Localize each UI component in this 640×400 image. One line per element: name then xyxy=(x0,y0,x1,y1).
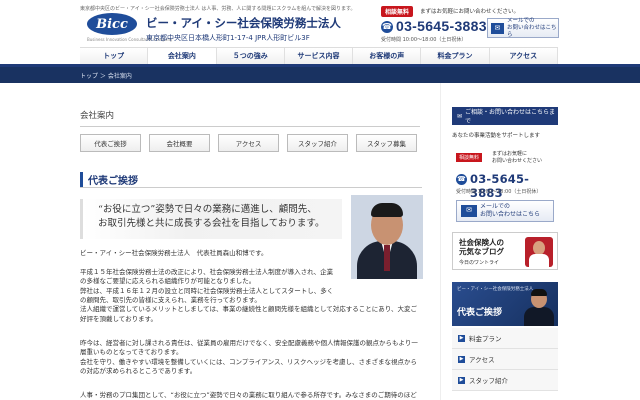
para1-line: 平成１５年社会保険労務士法の改正により、社会保険労務士法人制度が導入され、企業 xyxy=(80,268,334,276)
para2-line: の対応が求められるところであります。 xyxy=(80,366,197,375)
breadcrumb[interactable]: トップ ＞ 会社案内 xyxy=(80,71,132,80)
banner-company: ビー・アイ・シー社会保険労務士法人 xyxy=(457,287,534,292)
greeting-quote: “お役に立つ”姿勢で日々の業務に邁進し、顧問先、 お取引先様と共に成長する会社を… xyxy=(80,199,342,239)
quote-line-1: “お役に立つ”姿勢で日々の業務に邁進し、顧問先、 xyxy=(98,204,317,215)
nav-item-top[interactable]: トップ xyxy=(80,48,149,64)
tab-greeting[interactable]: 代表ご挨拶 xyxy=(80,134,141,152)
para1-line: 法人組織で運営しているメリットとしましては、事業の継続性と顧問先様を組織として対… xyxy=(80,305,418,314)
title-divider xyxy=(80,126,420,127)
header-tagline: 東京都中央区のビー・アイ・シー社会保険労務士法人 は人事、労務、人に関する問題に… xyxy=(80,6,356,12)
blog-subtitle: 今日のワントライ xyxy=(459,260,500,266)
logo-subtext: Business Innovation Consultants Company xyxy=(87,37,173,42)
para2-line: 昨今は、経営者に対し課される責任は、従業員の雇用だけでなく、安全配慮義務や個人情… xyxy=(80,339,418,347)
sidebar-item-pricing[interactable]: ▶ 料金プラン xyxy=(452,328,558,349)
sidebar: ✉ ご相談・お問い合わせはこちらまで あなたの事業活動をサポートします 相談無料… xyxy=(452,107,558,391)
para1-line: 好評を頂戴しております。 xyxy=(80,314,157,323)
arrow-right-icon: ▶ xyxy=(458,355,465,363)
nav-item-company[interactable]: 会社案内 xyxy=(148,48,217,64)
nav-item-services[interactable]: サービス内容 xyxy=(285,48,354,64)
greeting-banner[interactable]: ビー・アイ・シー社会保険労務士法人 代表ご挨拶 xyxy=(452,282,558,326)
nav-item-pricing[interactable]: 料金プラン xyxy=(421,48,490,64)
sidebar-item-label: アクセス xyxy=(469,356,495,364)
blog-banner[interactable]: 社会保険人の 元気なブログ 今日のワントライ xyxy=(452,232,558,270)
sidebar-mail-button[interactable]: ✉ メールでの お問い合わせはこちら xyxy=(456,200,554,222)
tab-overview[interactable]: 会社概要 xyxy=(149,134,210,152)
phone-icon: ☎ xyxy=(381,21,393,33)
page-title: 会社案内 xyxy=(80,111,115,121)
sidebar-menu: ▶ 料金プラン ▶ アクセス ▶ スタッフ紹介 xyxy=(452,328,558,391)
sub-tabs: 代表ご挨拶 会社概要 アクセス スタッフ紹介 スタッフ募集 xyxy=(80,134,422,152)
banner-title: 代表ご挨拶 xyxy=(457,308,503,318)
arrow-right-icon: ▶ xyxy=(458,376,465,384)
sidebar-mail-1: メールでの xyxy=(480,203,511,210)
mail-icon: ✉ xyxy=(491,22,504,34)
sidebar-free-badge: 相談無料 xyxy=(456,153,483,162)
header-mail-button[interactable]: ✉ メールでの お問い合わせはこちら xyxy=(487,18,559,38)
nav-item-strengths[interactable]: ５つの強み xyxy=(217,48,285,64)
para1-line: の顧問先、取引先の皆様に支えられ、業務を行っております。 xyxy=(80,295,261,304)
para1-line: の多様なご要望に応えられる組織作りが可能となりました。 xyxy=(80,277,256,286)
greeting-divider xyxy=(80,187,422,188)
sidebar-item-label: 料金プラン xyxy=(469,335,502,343)
representative-photo xyxy=(351,195,423,279)
sidebar-hours: 受付時間 10:00～18:00（土日祝休） xyxy=(456,189,542,195)
banner-photo xyxy=(524,288,554,326)
mail-label-1: メールでの xyxy=(506,17,535,24)
sidebar-small-2: お問い合わせください xyxy=(492,157,543,164)
page: 東京都中央区のビー・アイ・シー社会保険労務士法人 は人事、労務、人に関する問題に… xyxy=(0,0,640,400)
quote-line-2: お取引先様と共に成長する会社を目指しております。 xyxy=(98,218,325,229)
free-consult-badge: 相談無料 xyxy=(381,6,414,17)
tab-recruit[interactable]: スタッフ募集 xyxy=(356,134,417,152)
sidebar-item-staff[interactable]: ▶ スタッフ紹介 xyxy=(452,370,558,391)
global-nav: トップ 会社案内 ５つの強み サービス内容 お客様の声 料金プラン アクセス xyxy=(80,47,558,64)
company-name: ビー・アイ・シー社会保険労務士法人 xyxy=(146,16,341,30)
sidebar-item-access[interactable]: ▶ アクセス xyxy=(452,349,558,370)
sidebar-phone[interactable]: 03-5645-3883 xyxy=(470,172,558,200)
column-divider xyxy=(440,83,441,400)
blog-photo xyxy=(525,237,553,267)
nav-item-access[interactable]: アクセス xyxy=(490,48,558,64)
tab-access[interactable]: アクセス xyxy=(218,134,279,152)
sidebar-contact-title: ご相談・お問い合わせはこちらまで xyxy=(465,109,556,125)
logo-mark: Bicc xyxy=(87,13,137,35)
nav-item-voices[interactable]: お客様の声 xyxy=(353,48,422,64)
para1-line: 弊社は、平成１６年１２月の設立と同時に社会保険労務士法人としてスタートし、多く xyxy=(80,286,334,295)
sidebar-contact-head: ✉ ご相談・お問い合わせはこちらまで xyxy=(452,107,558,125)
para2-line: 会社を守り、働きやすい環境を整備していくには、コンプライアンス、リスクヘッジを考… xyxy=(80,357,417,366)
tab-staff[interactable]: スタッフ紹介 xyxy=(287,134,348,152)
header-phone[interactable]: 03-5645-3883 xyxy=(396,18,487,34)
phone-icon: ☎ xyxy=(456,174,467,185)
site-logo[interactable]: Bicc Business Innovation Consultants Com… xyxy=(87,13,173,47)
para3-line: 人事・労務のプロ集団として、“お役に立つ”姿勢で日々の業務に取り組んで参る所存で… xyxy=(80,391,417,399)
para2-line: 層重いものとなってきております。 xyxy=(80,348,183,357)
sidebar-item-label: スタッフ紹介 xyxy=(469,377,508,385)
consult-text: まずはお気軽にお問い合わせください。 xyxy=(420,9,520,15)
greeting-heading: 代表ご挨拶 xyxy=(80,172,138,187)
mail-label-2: お問い合わせはこちら xyxy=(506,24,557,38)
signature-line: ビー・アイ・シー社会保険労務士法人 代表社員森山和博です。 xyxy=(80,249,268,257)
arrow-right-icon: ▶ xyxy=(458,334,465,342)
header-hours: 受付時間 10:00～18:00（土日祝休） xyxy=(381,37,467,43)
company-address: 東京都中央区日本橋人形町1-17-4 JPR人形町ビル3F xyxy=(146,34,310,42)
main-content: 会社案内 代表ご挨拶 会社概要 アクセス スタッフ紹介 スタッフ募集 代表ご挨拶… xyxy=(80,83,440,400)
blog-title-1: 社会保険人の xyxy=(459,238,504,247)
mail-icon: ✉ xyxy=(461,205,477,217)
blog-title-2: 元気なブログ xyxy=(459,247,504,256)
mail-icon: ✉ xyxy=(457,112,463,120)
sidebar-mail-2: お問い合わせはこちら xyxy=(480,211,541,218)
sidebar-support-text: あなたの事業活動をサポートします xyxy=(452,133,541,139)
